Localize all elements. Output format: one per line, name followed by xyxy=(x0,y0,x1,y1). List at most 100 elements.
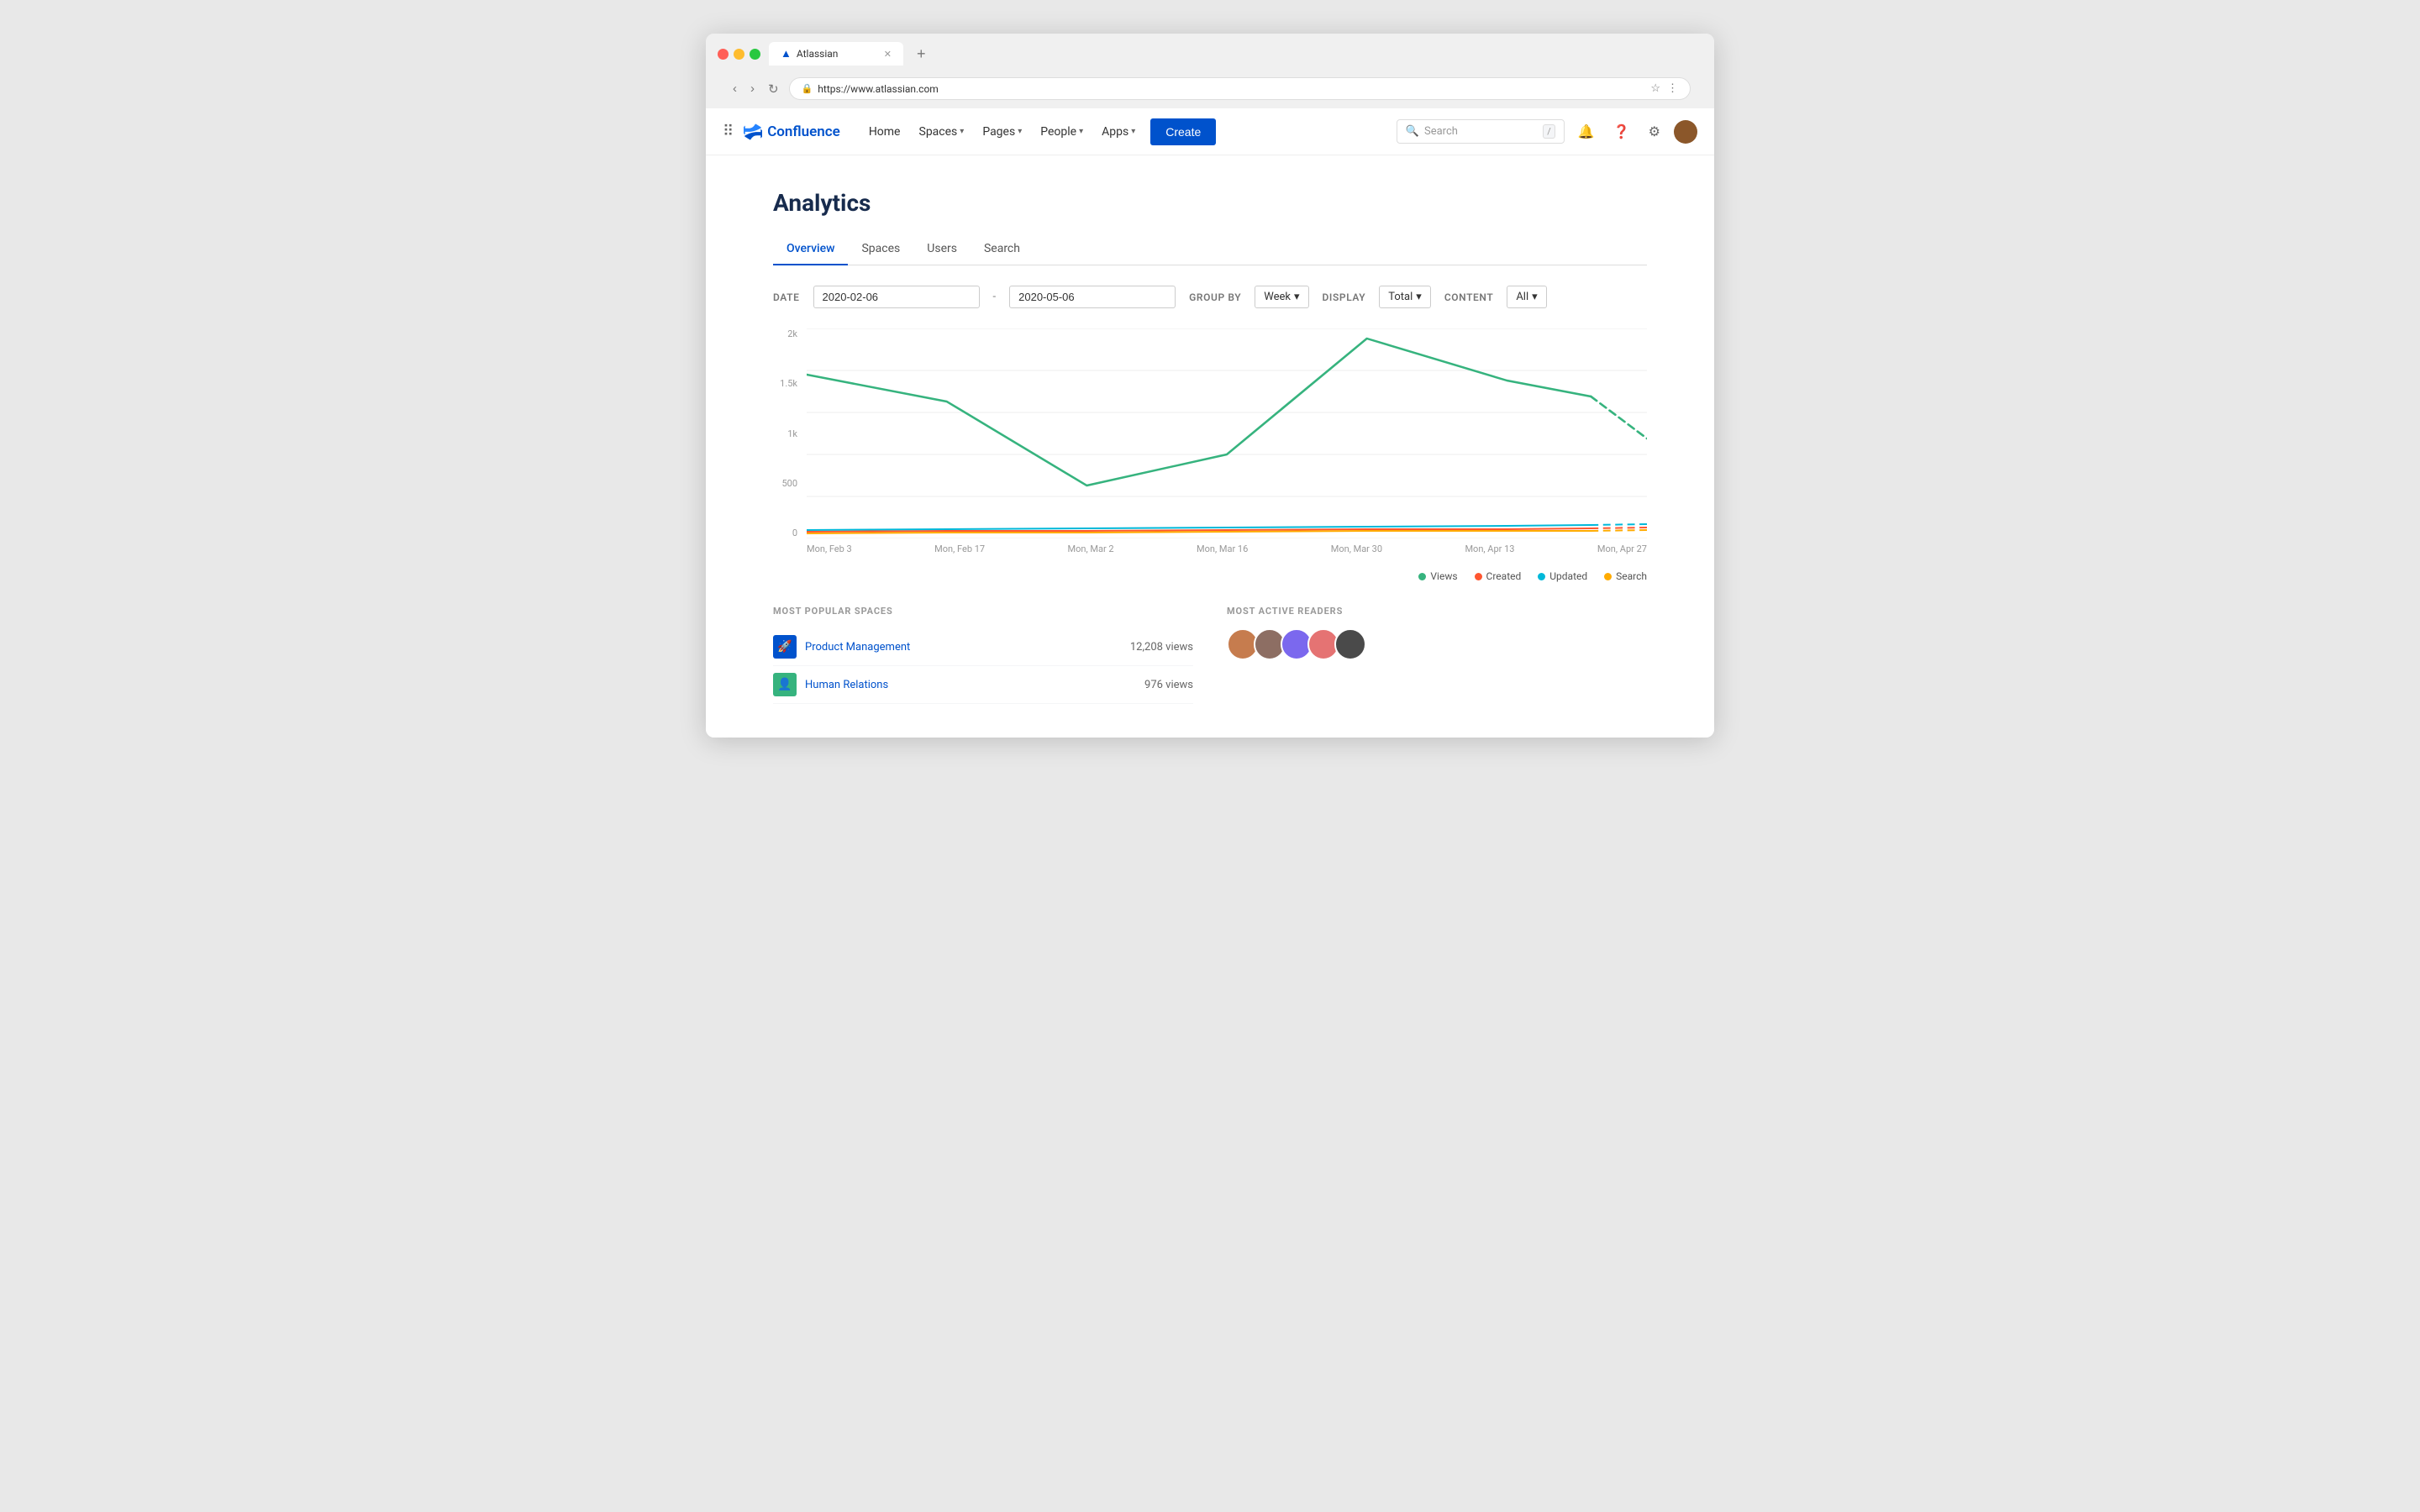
browser-titlebar: ▲ Atlassian ✕ + xyxy=(718,42,1702,66)
confluence-logo-text: Confluence xyxy=(767,123,840,140)
space-row-product-management: 🚀 Product Management 12,208 views xyxy=(773,628,1193,666)
legend-updated: Updated xyxy=(1538,570,1587,582)
x-label-feb3: Mon, Feb 3 xyxy=(807,543,852,554)
nav-home[interactable]: Home xyxy=(860,120,909,144)
views-line-dashed xyxy=(1591,396,1647,438)
human-relations-link[interactable]: Human Relations xyxy=(805,679,1136,691)
tab-overview[interactable]: Overview xyxy=(773,234,848,265)
x-label-mar30: Mon, Mar 30 xyxy=(1331,543,1382,554)
y-label-500: 500 xyxy=(773,478,797,489)
browser-tab[interactable]: ▲ Atlassian ✕ xyxy=(769,42,903,66)
y-label-1-5k: 1.5k xyxy=(773,378,797,389)
views-label: Views xyxy=(1430,570,1457,582)
tab-spaces[interactable]: Spaces xyxy=(848,234,913,265)
x-label-apr27: Mon, Apr 27 xyxy=(1597,543,1647,554)
updated-label: Updated xyxy=(1549,570,1587,582)
star-icon[interactable]: ☆ xyxy=(1650,82,1660,95)
lock-icon: 🔒 xyxy=(802,83,813,94)
human-relations-icon: 👤 xyxy=(773,673,797,696)
date-to-input[interactable] xyxy=(1009,286,1176,308)
display-label: DISPLAY xyxy=(1323,291,1366,303)
spaces-chevron: ▾ xyxy=(960,127,964,136)
legend-views: Views xyxy=(1418,570,1457,582)
back-button[interactable]: ‹ xyxy=(729,80,740,97)
browser-addressbar: ‹ › ↻ 🔒 https://www.atlassian.com ☆ ⋮ xyxy=(718,72,1702,108)
fullscreen-traffic-light[interactable] xyxy=(750,49,760,60)
popular-spaces-title: MOST POPULAR SPACES xyxy=(773,606,1193,617)
content-select[interactable]: All ▾ xyxy=(1507,286,1546,308)
reload-button[interactable]: ↻ xyxy=(765,80,782,98)
display-chevron: ▾ xyxy=(1416,291,1422,303)
new-tab-button[interactable]: + xyxy=(912,45,931,63)
address-bar[interactable]: 🔒 https://www.atlassian.com ☆ ⋮ xyxy=(789,77,1691,100)
views-dot xyxy=(1418,573,1426,580)
search-label: Search xyxy=(1616,570,1647,582)
active-readers-title: MOST ACTIVE READERS xyxy=(1227,606,1647,617)
minimize-traffic-light[interactable] xyxy=(734,49,744,60)
nav-menu: Home Spaces ▾ Pages ▾ People ▾ Apps ▾ xyxy=(860,120,1144,144)
y-label-0: 0 xyxy=(773,528,797,538)
apps-chevron: ▾ xyxy=(1131,127,1135,136)
page-title: Analytics xyxy=(773,189,1647,217)
atlassian-favicon: ▲ xyxy=(781,47,792,60)
most-popular-spaces-section: MOST POPULAR SPACES 🚀 Product Management… xyxy=(773,606,1193,704)
url-text: https://www.atlassian.com xyxy=(818,83,939,95)
x-label-mar2: Mon, Mar 2 xyxy=(1068,543,1114,554)
product-management-views: 12,208 views xyxy=(1130,641,1193,654)
forward-button[interactable]: › xyxy=(747,80,758,97)
display-select[interactable]: Total ▾ xyxy=(1379,286,1431,308)
confluence-logo[interactable]: Confluence xyxy=(744,123,840,141)
filters-row: DATE - GROUP BY Week ▾ DISPLAY Total ▾ C… xyxy=(773,286,1647,308)
x-label-feb17: Mon, Feb 17 xyxy=(934,543,985,554)
user-avatar[interactable] xyxy=(1674,120,1697,144)
confluence-logo-icon xyxy=(744,123,762,141)
group-by-label: GROUP BY xyxy=(1189,291,1241,303)
create-button[interactable]: Create xyxy=(1150,118,1216,145)
app-content: ⠿ Confluence Home Spaces ▾ Pages ▾ xyxy=(706,108,1714,738)
page-body: Analytics Overview Spaces Users Search D… xyxy=(706,155,1714,738)
date-filter-label: DATE xyxy=(773,291,800,303)
tab-users[interactable]: Users xyxy=(913,234,971,265)
group-by-select[interactable]: Week ▾ xyxy=(1255,286,1308,308)
search-icon: 🔍 xyxy=(1406,125,1419,138)
date-from-input[interactable] xyxy=(813,286,980,308)
search-dot xyxy=(1604,573,1612,580)
chart-y-labels: 2k 1.5k 1k 500 0 xyxy=(773,328,802,538)
nav-people[interactable]: People ▾ xyxy=(1032,120,1092,144)
search-shortcut: / xyxy=(1543,124,1555,139)
traffic-lights xyxy=(718,49,760,60)
nav-pages[interactable]: Pages ▾ xyxy=(974,120,1030,144)
close-traffic-light[interactable] xyxy=(718,49,729,60)
updated-line-dashed xyxy=(1591,524,1647,525)
human-relations-views: 976 views xyxy=(1144,679,1193,691)
help-button[interactable]: ❓ xyxy=(1608,118,1635,145)
top-nav: ⠿ Confluence Home Spaces ▾ Pages ▾ xyxy=(706,108,1714,155)
tab-search[interactable]: Search xyxy=(971,234,1034,265)
address-bar-actions: ☆ ⋮ xyxy=(1650,82,1678,95)
content-label: CONTENT xyxy=(1444,291,1493,303)
tab-close-button[interactable]: ✕ xyxy=(884,49,892,60)
people-chevron: ▾ xyxy=(1079,127,1083,136)
chart-legend: Views Created Updated Search xyxy=(773,570,1647,582)
reader-avatar-5[interactable] xyxy=(1334,628,1366,660)
created-label: Created xyxy=(1486,570,1522,582)
created-dot xyxy=(1475,573,1482,580)
y-label-1k: 1k xyxy=(773,428,797,439)
global-search-box[interactable]: 🔍 Search / xyxy=(1397,119,1565,144)
x-label-apr13: Mon, Apr 13 xyxy=(1465,543,1514,554)
tab-title: Atlassian xyxy=(797,48,839,60)
reader-avatars xyxy=(1227,628,1647,660)
nav-spaces[interactable]: Spaces ▾ xyxy=(911,120,973,144)
more-icon[interactable]: ⋮ xyxy=(1667,82,1678,95)
space-row-human-relations: 👤 Human Relations 976 views xyxy=(773,666,1193,704)
nav-right: 🔍 Search / 🔔 ❓ ⚙ xyxy=(1397,118,1697,145)
bottom-sections: MOST POPULAR SPACES 🚀 Product Management… xyxy=(773,606,1647,704)
product-management-link[interactable]: Product Management xyxy=(805,641,1122,654)
x-label-mar16: Mon, Mar 16 xyxy=(1197,543,1248,554)
legend-created: Created xyxy=(1475,570,1522,582)
settings-button[interactable]: ⚙ xyxy=(1644,118,1665,145)
notifications-button[interactable]: 🔔 xyxy=(1573,118,1600,145)
analytics-chart: 2k 1.5k 1k 500 0 xyxy=(773,328,1647,564)
app-switcher-icon[interactable]: ⠿ xyxy=(723,123,734,140)
nav-apps[interactable]: Apps ▾ xyxy=(1093,120,1144,144)
